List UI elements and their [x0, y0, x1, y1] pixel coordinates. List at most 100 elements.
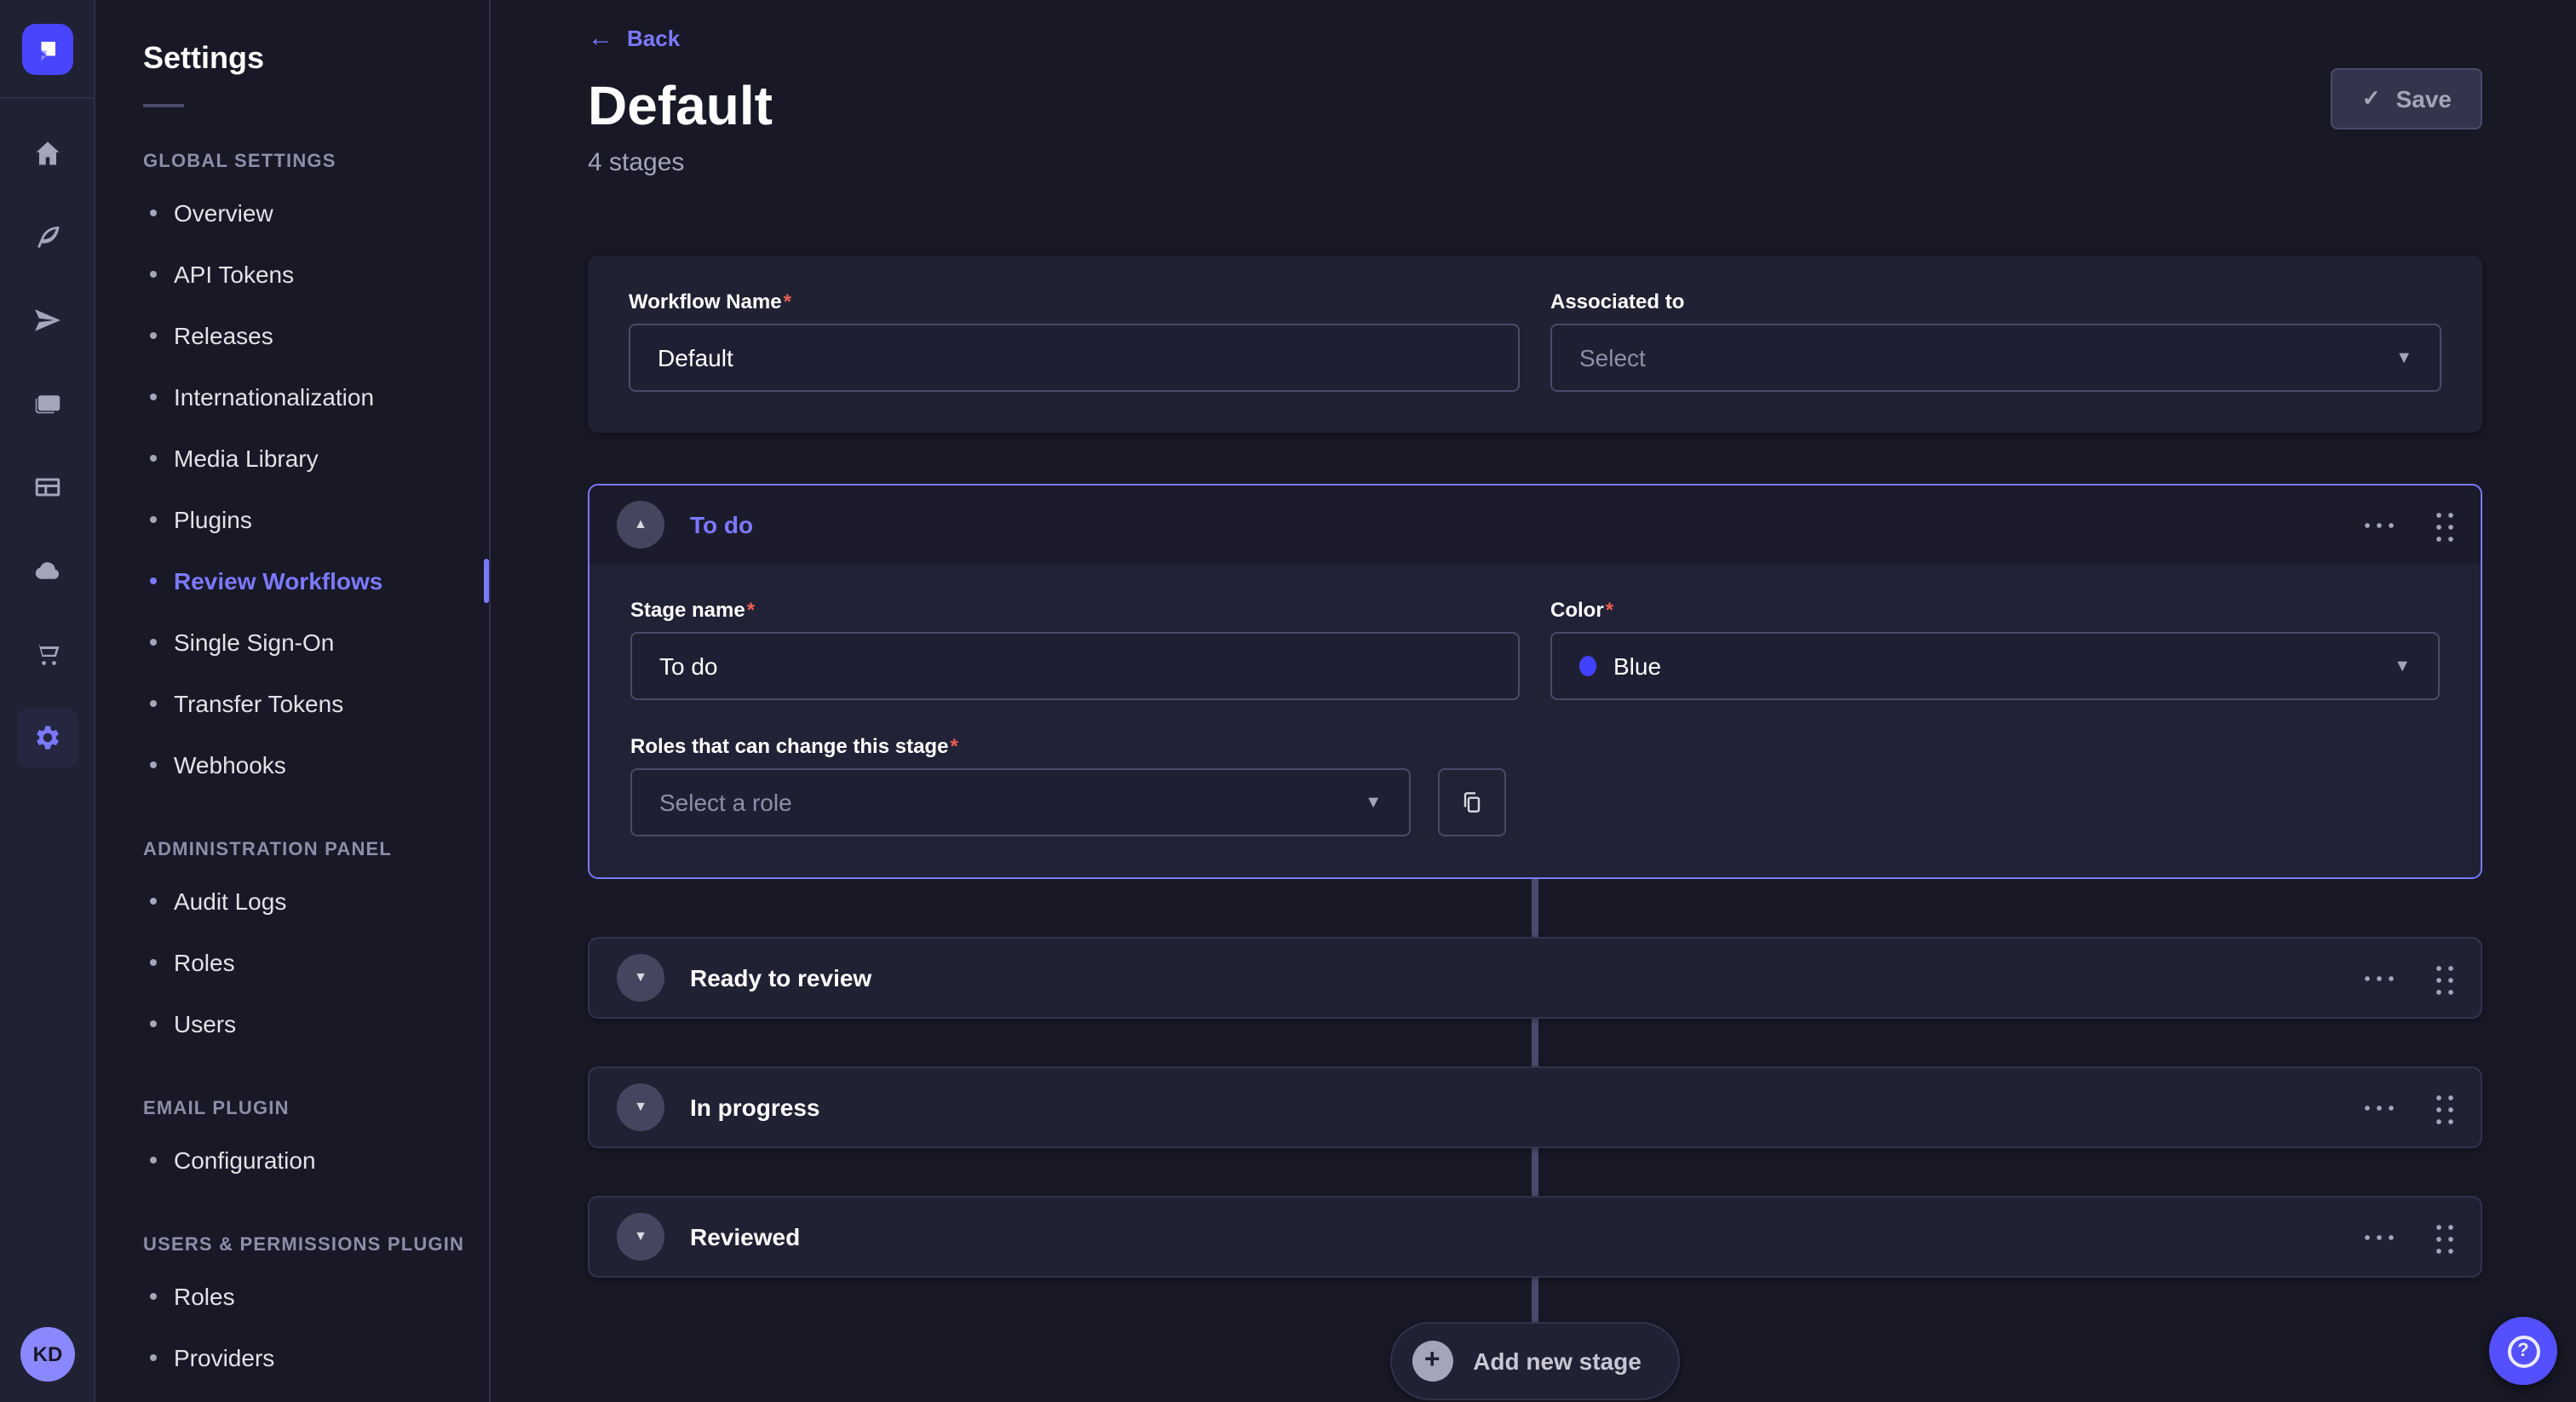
rail-divider [0, 97, 95, 99]
strapi-logo-glyph [32, 34, 62, 65]
stage-options-menu-icon[interactable] [2363, 1231, 2395, 1243]
stage-options-menu-icon[interactable] [2363, 519, 2395, 531]
bullet-icon [150, 639, 157, 646]
add-new-stage-label: Add new stage [1473, 1347, 1642, 1375]
sidebar-item-label: Review Workflows [174, 567, 382, 595]
select-placeholder: Select [1579, 344, 2382, 371]
sidebar-item-webhooks[interactable]: Webhooks [97, 734, 489, 796]
media-library-icon[interactable] [16, 373, 78, 434]
bullet-icon [150, 898, 157, 905]
stage-header-to-do[interactable]: ▲ To do [589, 486, 2481, 564]
back-label: Back [627, 26, 680, 51]
stage-card-reviewed[interactable]: ▼ Reviewed [588, 1196, 2482, 1278]
chevron-up-icon: ▲ [634, 518, 647, 531]
nav-list-email-plugin: Configuration [97, 1129, 489, 1191]
active-indicator [484, 559, 489, 603]
bullet-icon [150, 1293, 157, 1300]
associated-to-select[interactable]: Select ▼ [1550, 324, 2441, 392]
required-mark: * [784, 290, 791, 313]
select-placeholder: Select a role [659, 789, 1351, 816]
collapse-stage-button[interactable]: ▲ [617, 501, 664, 549]
sidebar-item-transfer-tokens[interactable]: Transfer Tokens [97, 673, 489, 734]
bullet-icon [150, 1020, 157, 1027]
sidebar-item-internationalization[interactable]: Internationalization [97, 366, 489, 428]
sidebar-item-email-configuration[interactable]: Configuration [97, 1129, 489, 1191]
sidebar-item-label: Providers [174, 1344, 274, 1371]
sidebar-item-up-roles[interactable]: Roles [97, 1266, 489, 1327]
bullet-icon [150, 700, 157, 707]
sidebar-item-users[interactable]: Users [97, 993, 489, 1054]
sidebar-item-releases[interactable]: Releases [97, 305, 489, 366]
save-button[interactable]: ✓ Save [2332, 68, 2482, 129]
add-new-stage-button[interactable]: + Add new stage [1389, 1322, 1681, 1400]
sidebar-item-single-sign-on[interactable]: Single Sign-On [97, 612, 489, 673]
section-label-email-plugin: EMAIL PLUGIN [97, 1099, 489, 1119]
back-link[interactable]: ← Back [588, 24, 680, 53]
bullet-icon [150, 455, 157, 462]
copy-icon [1458, 789, 1486, 816]
stage-name-input[interactable] [630, 632, 1520, 700]
bullet-icon [150, 210, 157, 216]
drag-handle-icon[interactable] [2433, 962, 2453, 994]
sidebar-item-media-library[interactable]: Media Library [97, 428, 489, 489]
stage-options-menu-icon[interactable] [2363, 1101, 2395, 1113]
question-mark-icon: ? [2507, 1335, 2539, 1367]
row-spacer [1550, 734, 2440, 836]
stage-options-menu-icon[interactable] [2363, 972, 2395, 984]
workflow-name-label: Workflow Name* [629, 290, 1520, 313]
stage-roles-label: Roles that can change this stage* [630, 734, 1411, 758]
chevron-down-icon: ▼ [634, 1230, 647, 1244]
sidebar-item-label: Transfer Tokens [174, 690, 343, 717]
bullet-icon [150, 271, 157, 278]
nav-list-global-settings: Overview API Tokens Releases Internation… [97, 182, 489, 796]
bullet-icon [150, 516, 157, 523]
cloud-icon[interactable] [16, 540, 78, 601]
stage-roles-field: Roles that can change this stage* Select… [630, 734, 1520, 836]
sidebar-item-overview[interactable]: Overview [97, 182, 489, 244]
stage-color-select[interactable]: Blue ▼ [1550, 632, 2440, 700]
stage-card-ready-to-review[interactable]: ▼ Ready to review [588, 937, 2482, 1019]
home-icon[interactable] [16, 123, 78, 184]
stage-actions [2363, 962, 2453, 994]
expand-stage-button[interactable]: ▼ [617, 1213, 664, 1261]
sidebar-item-label: Webhooks [174, 751, 286, 779]
marketplace-cart-icon[interactable] [16, 623, 78, 685]
help-button[interactable]: ? [2489, 1317, 2557, 1385]
sidebar-item-review-workflows[interactable]: Review Workflows [97, 550, 489, 612]
stage-title: Ready to review [690, 964, 2363, 991]
workflow-name-input[interactable] [629, 324, 1520, 392]
send-plane-icon[interactable] [16, 290, 78, 351]
stage-card-in-progress[interactable]: ▼ In progress [588, 1066, 2482, 1148]
user-avatar[interactable]: KD [20, 1327, 75, 1382]
sidebar-item-plugins[interactable]: Plugins [97, 489, 489, 550]
sidebar-item-admin-roles[interactable]: Roles [97, 932, 489, 993]
stages-list: ▲ To do Stage name* [588, 484, 2482, 1400]
settings-gear-icon[interactable] [16, 707, 78, 768]
stage-roles-select[interactable]: Select a role ▼ [630, 768, 1411, 836]
drag-handle-icon[interactable] [2433, 1091, 2453, 1123]
strapi-logo[interactable] [21, 24, 72, 75]
stage-name-field: Stage name* [630, 598, 1520, 700]
stage-body-to-do: Stage name* Color* Blue ▼ [589, 564, 2481, 877]
settings-sidebar: Settings GLOBAL SETTINGS Overview API To… [97, 0, 491, 1402]
drag-handle-icon[interactable] [2433, 1221, 2453, 1253]
expand-stage-button[interactable]: ▼ [617, 1083, 664, 1131]
bullet-icon [150, 1354, 157, 1361]
content-builder-feather-icon[interactable] [16, 206, 78, 267]
roles-select-wrap: Roles that can change this stage* Select… [630, 734, 1411, 836]
drag-handle-icon[interactable] [2433, 509, 2453, 541]
stage-fields-row-1: Stage name* Color* Blue ▼ [630, 598, 2440, 700]
sidebar-item-label: Overview [174, 199, 273, 227]
back-arrow-icon: ← [588, 24, 613, 53]
page-header: Default 4 stages ✓ Save [588, 75, 2482, 177]
sidebar-item-api-tokens[interactable]: API Tokens [97, 244, 489, 305]
expand-stage-button[interactable]: ▼ [617, 954, 664, 1002]
sidebar-item-audit-logs[interactable]: Audit Logs [97, 871, 489, 932]
stage-fields-row-2: Roles that can change this stage* Select… [630, 734, 2440, 836]
stage-count: 4 stages [588, 148, 2482, 177]
content-manager-layout-icon[interactable] [16, 457, 78, 518]
sidebar-item-up-providers[interactable]: Providers [97, 1327, 489, 1388]
plus-icon: + [1412, 1341, 1452, 1382]
duplicate-stage-button[interactable] [1438, 768, 1506, 836]
chevron-down-icon: ▼ [1365, 793, 1382, 812]
